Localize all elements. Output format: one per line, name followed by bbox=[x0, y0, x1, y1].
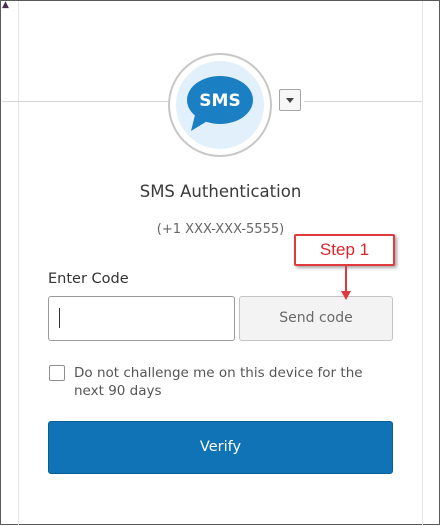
verify-button[interactable]: Verify bbox=[48, 421, 393, 474]
remember-device-checkbox[interactable] bbox=[49, 365, 65, 381]
chevron-down-icon bbox=[286, 98, 294, 103]
step-1-callout: Step 1 bbox=[294, 234, 395, 266]
factor-select-dropdown[interactable] bbox=[279, 89, 301, 111]
sms-icon-text: SMS bbox=[199, 91, 240, 111]
remember-device-label[interactable]: Do not challenge me on this device for t… bbox=[74, 364, 394, 400]
mfa-dialog-frame: ▲ SMS SMS Authentication (+1 XXX-XXX-555… bbox=[0, 0, 440, 526]
factor-title: SMS Authentication bbox=[139, 182, 302, 201]
verification-code-input[interactable] bbox=[48, 296, 235, 341]
enter-code-label: Enter Code bbox=[48, 271, 129, 287]
corner-pointer-icon: ▲ bbox=[2, 0, 9, 10]
send-code-button[interactable]: Send code bbox=[239, 296, 393, 341]
right-panel-edge bbox=[422, 1, 423, 526]
sms-logo-background: SMS bbox=[176, 61, 264, 149]
header-divider-right bbox=[304, 101, 422, 102]
left-panel-edge bbox=[18, 1, 19, 526]
header-divider-left bbox=[2, 101, 168, 102]
factor-logo: SMS bbox=[168, 53, 272, 157]
text-cursor bbox=[59, 308, 60, 328]
sms-bubble-icon: SMS bbox=[187, 76, 253, 131]
callout-arrow-icon bbox=[341, 265, 351, 300]
